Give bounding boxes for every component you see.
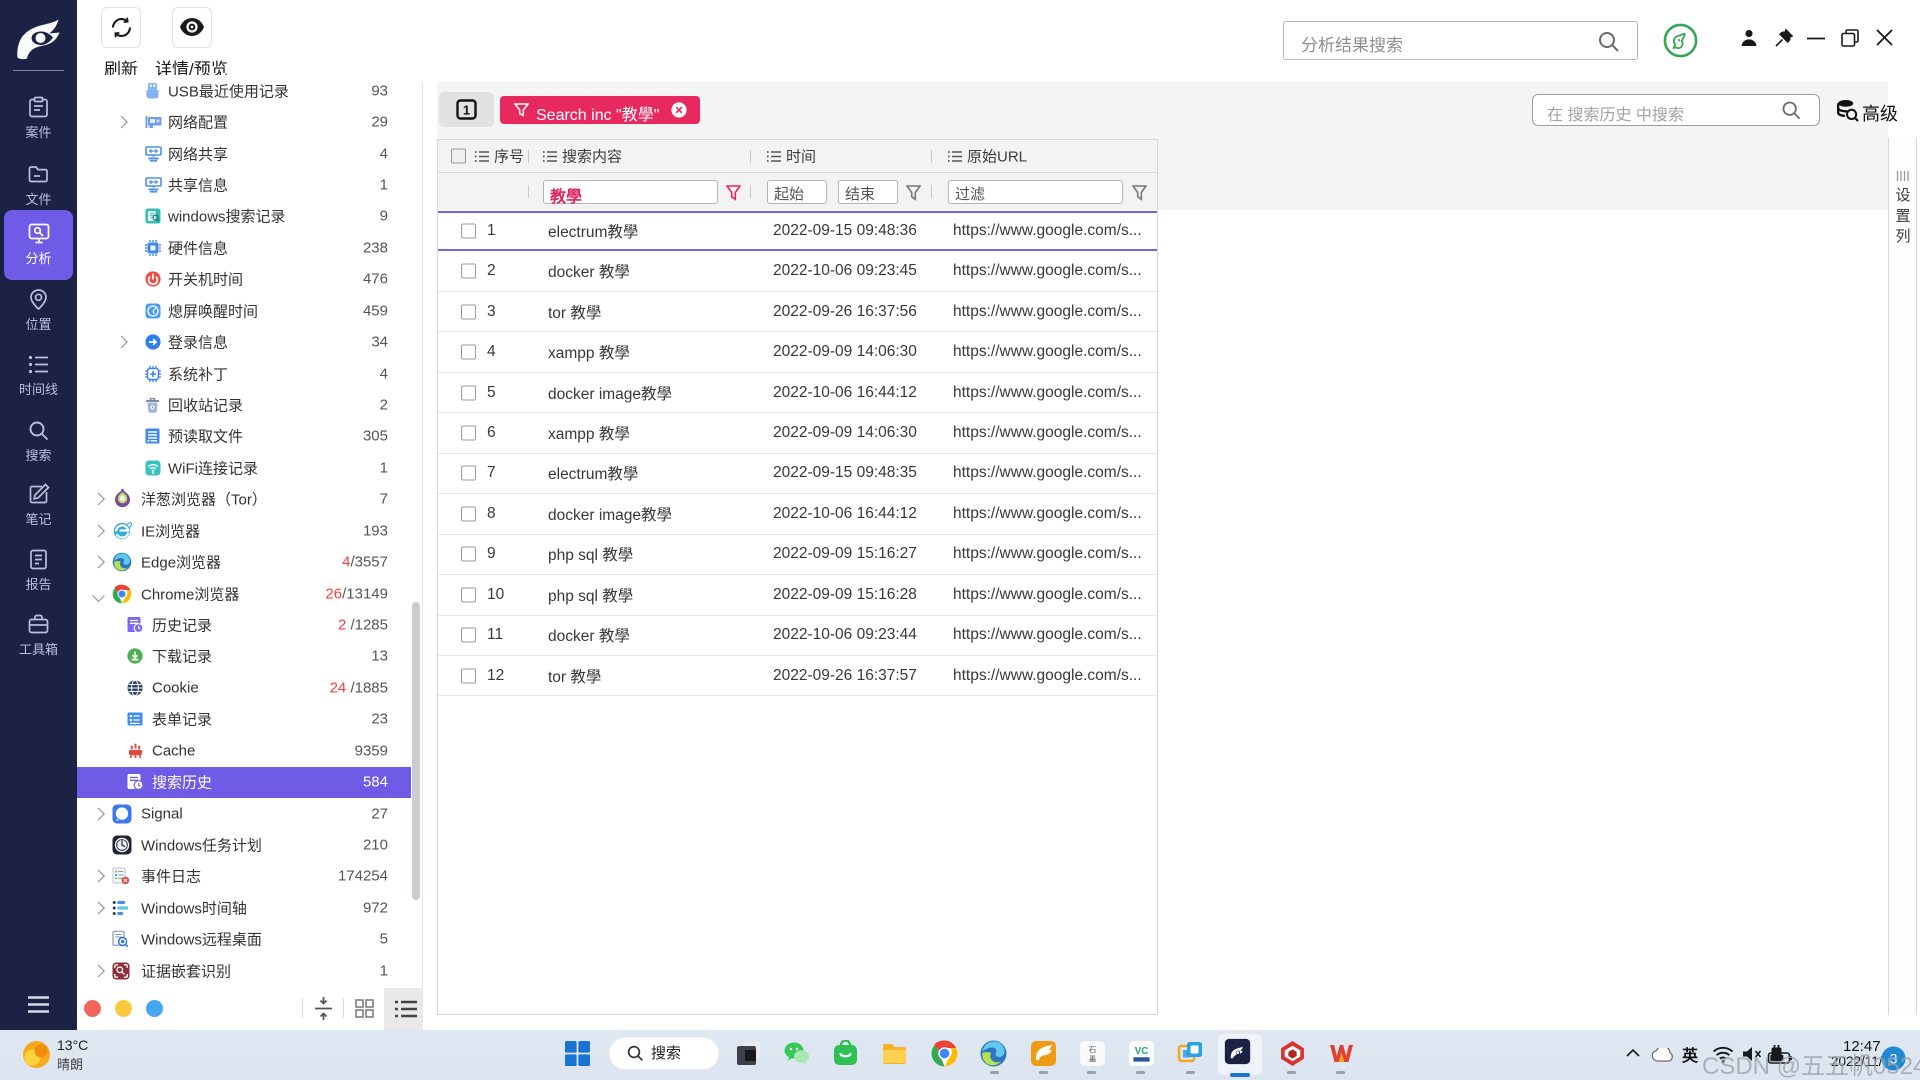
svg-text:石: 石 <box>1089 1045 1097 1054</box>
svg-text:墨: 墨 <box>1089 1055 1097 1064</box>
svg-text:VC: VC <box>1135 1046 1149 1057</box>
svg-text:1: 1 <box>463 103 470 118</box>
